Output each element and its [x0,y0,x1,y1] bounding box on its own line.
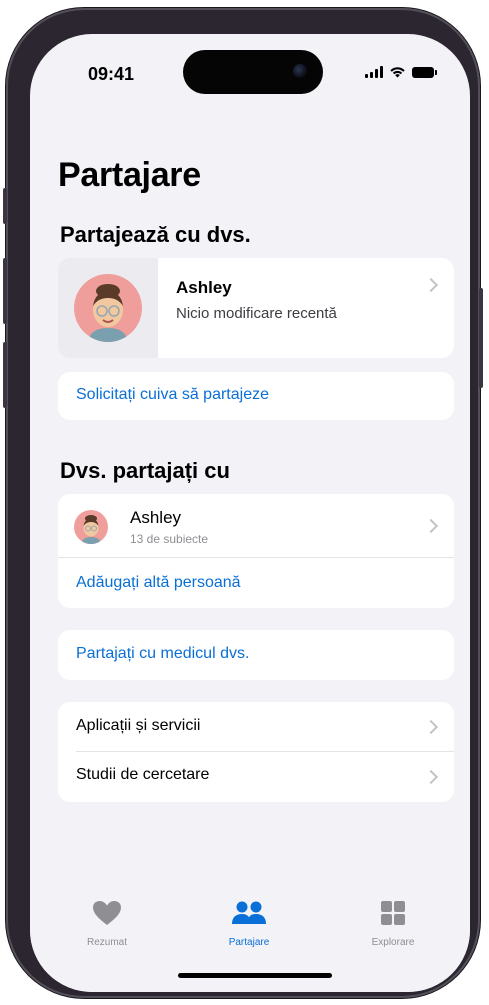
heart-icon [93,901,121,925]
home-indicator[interactable] [178,973,332,978]
share-with-doctor-link[interactable]: Partajați cu medicul dvs. [76,645,249,663]
phone-frame: 09:41 Partajare Partajează cu dvs. Ashle… [3,8,483,998]
chevron-right-icon [423,518,439,534]
side-button [479,288,483,388]
tab-sharing-label: Partajare [228,937,270,948]
tab-explore[interactable]: Explorare [348,900,438,948]
memoji-avatar-icon [74,510,108,544]
share-with-doctor-card[interactable]: Partajați cu medicul dvs. [58,630,454,680]
you-share-with-heading: Dvs. partajați cu [60,458,230,483]
screen: 09:41 Partajare Partajează cu dvs. Ashle… [30,34,470,992]
status-icons [365,66,437,78]
page-title: Partajare [58,156,201,194]
grid-icon [381,901,405,925]
wifi-icon [390,67,405,78]
research-studies-label: Studii de cercetare [76,766,210,783]
research-studies-row[interactable]: Studii de cercetare [58,752,454,802]
camera-icon [293,64,307,78]
chevron-right-icon [423,769,439,785]
chevron-right-icon [423,277,439,293]
chevron-right-icon [423,719,439,735]
memoji-avatar-icon [74,274,142,342]
volume-down-button [3,342,7,408]
add-person-link[interactable]: Adăugați altă persoană [76,574,241,592]
you-share-with-card: Ashley 13 de subiecte Adăugați altă pers… [58,494,454,608]
more-options-card: Aplicații și servicii Studii de cercetar… [58,702,454,802]
apps-services-label: Aplicații și servicii [76,717,201,734]
apps-services-row[interactable]: Aplicații și servicii [58,702,454,751]
tab-bar: Rezumat Partajare Explorare [30,874,470,992]
tab-summary[interactable]: Rezumat [62,900,152,948]
people-icon [232,901,266,924]
shared-person-name: Ashley [130,508,182,527]
shared-with-you-heading: Partajează cu dvs. [60,222,251,247]
ask-to-share-link[interactable]: Solicitați cuiva să partajeze [76,386,269,404]
action-button [3,188,7,224]
shared-topics-count: 13 de subiecte [130,532,209,546]
row-divider [58,557,454,558]
volume-up-button [3,258,7,324]
status-time: 09:41 [88,64,135,84]
shared-person-row[interactable]: Ashley 13 de subiecte [58,494,454,557]
tab-explore-label: Explorare [371,937,415,948]
shared-person-card[interactable]: Ashley Nicio modificare recentă [58,258,454,358]
battery-icon [412,66,437,78]
tab-sharing[interactable]: Partajare [204,900,294,948]
ask-to-share-card[interactable]: Solicitați cuiva să partajeze [58,372,454,420]
cellular-signal-icon [365,66,383,78]
dynamic-island [183,50,323,94]
shared-person-name: Ashley [176,278,232,297]
tab-summary-label: Rezumat [86,937,127,948]
shared-person-status: Nicio modificare recentă [176,305,337,322]
